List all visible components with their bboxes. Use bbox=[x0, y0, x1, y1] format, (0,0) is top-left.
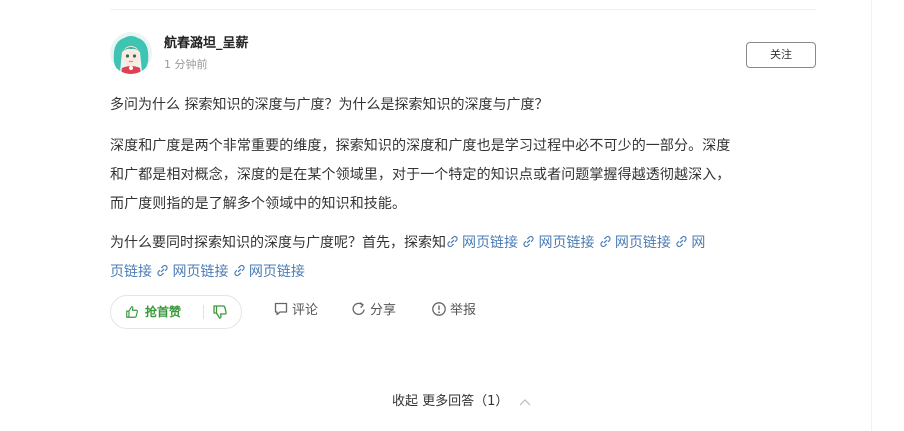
comment-icon bbox=[274, 302, 288, 316]
question-line: 多问为什么 探索知识的深度与广度？为什么是探索知识的深度与广度？ bbox=[110, 97, 549, 113]
link-icon bbox=[523, 235, 535, 248]
link-icon bbox=[600, 235, 611, 248]
answer-paragraph-1: 深度和广度是两个非常重要的维度，探索知识的深度和广度也是学习过程中必不可少的一部… bbox=[110, 132, 816, 219]
link-icon bbox=[447, 235, 458, 248]
web-link[interactable]: 网页链接 bbox=[599, 235, 671, 251]
web-link-continued[interactable]: 页链接 bbox=[110, 264, 152, 280]
top-divider bbox=[110, 9, 816, 10]
answer-paragraph-2: 为什么要同时探索知识的深度与广度呢？首先，探索知 网页链接 网页链接 网页链接 网… bbox=[110, 229, 816, 287]
link-icon bbox=[676, 235, 687, 248]
share-button[interactable]: 分享 bbox=[351, 295, 396, 327]
report-label: 举报 bbox=[450, 303, 477, 318]
answer-card: 航春潞坦_呈薪 1 分钟前 关注 多问为什么 探索知识的深度与广度？为什么是探索… bbox=[110, 30, 816, 329]
share-icon bbox=[352, 302, 365, 315]
author-name[interactable]: 航春潞坦_呈薪 bbox=[164, 36, 249, 52]
comment-label: 评论 bbox=[292, 303, 319, 318]
web-link[interactable]: 网页链接 bbox=[522, 235, 594, 251]
more-answers-button[interactable]: 更多回答（1） bbox=[422, 394, 508, 409]
action-bar: 抢首赞 评论 分享 举报 bbox=[110, 295, 816, 329]
paragraph-line: 页链接 网页链接 网页链接 bbox=[110, 258, 816, 287]
like-label: 抢首赞 bbox=[145, 305, 182, 319]
paragraph-text: 为什么要同时探索知识的深度与广度呢？首先，探索知 bbox=[110, 235, 446, 251]
anime-avatar-icon[interactable] bbox=[110, 32, 152, 74]
web-link[interactable]: 网页链接 bbox=[446, 235, 518, 251]
follow-button[interactable]: 关注 bbox=[746, 42, 816, 68]
like-button[interactable]: 抢首赞 bbox=[125, 296, 181, 328]
paragraph-line: 深度和广度是两个非常重要的维度，探索知识的深度和广度也是学习过程中必不可少的一部… bbox=[110, 138, 731, 154]
pill-divider bbox=[203, 305, 204, 319]
share-label: 分享 bbox=[370, 303, 397, 318]
collapse-button[interactable]: 收起 bbox=[392, 394, 418, 409]
author-row: 航春潞坦_呈薪 1 分钟前 关注 bbox=[110, 30, 816, 74]
paragraph-line: 和广都是相对概念，深度的是在某个领域里，对于一个特定的知识点或者问题掌握得越透彻… bbox=[110, 167, 731, 183]
paragraph-line: 为什么要同时探索知识的深度与广度呢？首先，探索知 网页链接 网页链接 网页链接 网 bbox=[110, 229, 816, 258]
link-icon bbox=[157, 264, 169, 277]
vote-pill: 抢首赞 bbox=[110, 295, 242, 329]
chevron-up-icon[interactable] bbox=[519, 394, 531, 412]
web-link[interactable]: 网页链接 bbox=[233, 264, 305, 280]
right-divider bbox=[871, 0, 872, 431]
page: 航春潞坦_呈薪 1 分钟前 关注 多问为什么 探索知识的深度与广度？为什么是探索… bbox=[0, 0, 904, 431]
web-link[interactable]: 网 bbox=[675, 235, 705, 251]
link-icon bbox=[234, 264, 245, 277]
report-button[interactable]: 举报 bbox=[431, 295, 476, 327]
collapse-more-row: 收起 更多回答（1） bbox=[392, 393, 531, 412]
comment-button[interactable]: 评论 bbox=[273, 295, 318, 327]
paragraph-line: 而广度则指的是了解多个领域中的知识和技能。 bbox=[110, 196, 407, 212]
post-time: 1 分钟前 bbox=[164, 58, 208, 71]
alert-icon bbox=[432, 302, 446, 316]
thumbs-down-icon[interactable] bbox=[212, 304, 228, 320]
web-link[interactable]: 网页链接 bbox=[156, 264, 228, 280]
thumbs-up-icon bbox=[126, 306, 138, 318]
